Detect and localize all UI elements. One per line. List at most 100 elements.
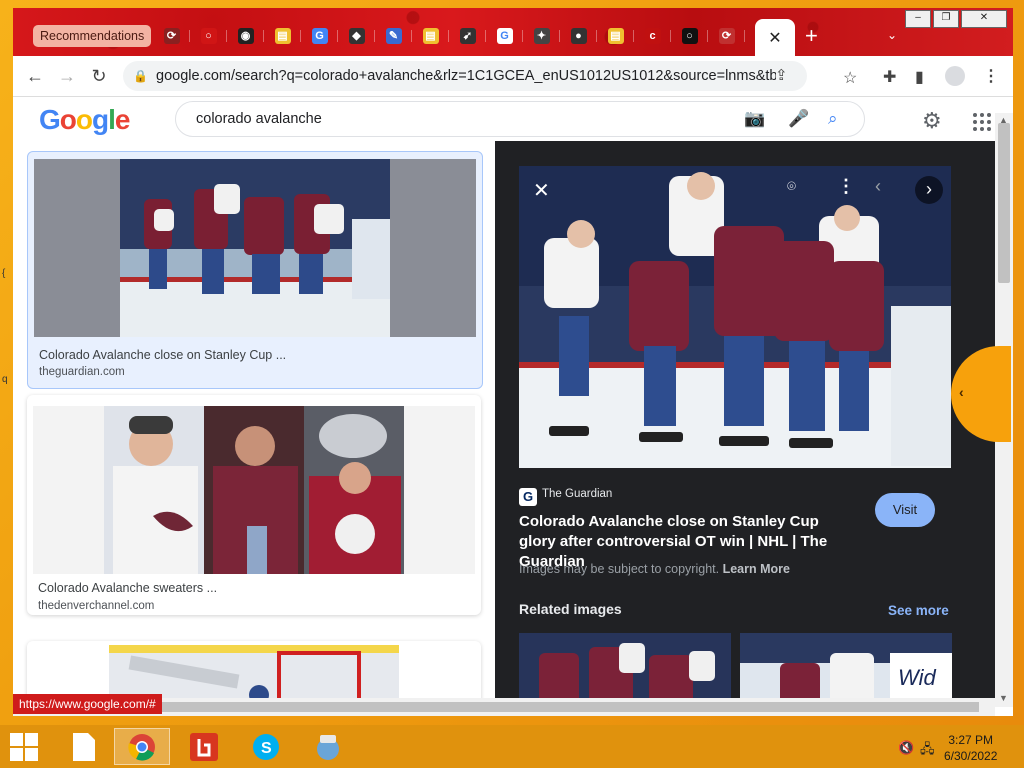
installer-taskbar-icon[interactable] xyxy=(300,728,356,765)
browser-tab[interactable]: ▤ xyxy=(412,22,449,50)
rink-ad-text: Wid xyxy=(898,665,936,690)
search-box[interactable]: colorado avalanche 📷 🎤 ⌕ xyxy=(175,101,865,137)
camera-search-icon[interactable]: 📷 xyxy=(744,102,765,136)
google-logo[interactable]: Google xyxy=(39,104,131,136)
tab-favicon-icon: ▤ xyxy=(274,28,291,44)
preview-image[interactable]: ✕ ⌾ ⋮ ‹ › xyxy=(519,166,951,468)
desktop-mark: q xyxy=(2,374,8,385)
hockey-celebration-image xyxy=(120,159,390,337)
scrollbar-thumb[interactable] xyxy=(998,123,1010,283)
result-domain[interactable]: thedenverchannel.com xyxy=(38,600,154,612)
extensions-icon[interactable]: ✚ xyxy=(883,67,896,87)
minimize-button[interactable]: – xyxy=(905,10,931,28)
lens-search-icon[interactable]: ⌾ xyxy=(787,178,796,195)
share-icon[interactable]: ⇪ xyxy=(775,61,788,91)
image-result-card[interactable]: Colorado Avalanche close on Stanley Cup … xyxy=(27,151,483,389)
guardian-logo-icon: G xyxy=(519,488,537,506)
browser-tab[interactable]: ⟳ xyxy=(708,22,745,50)
see-more-link[interactable]: See more xyxy=(888,603,949,618)
volume-muted-icon[interactable]: 🔇 xyxy=(898,740,914,756)
tab-strip: Recommendations ⟳ ○ ◉ ▤ G ◆ ✎ ▤ ➹ G ✦ ● ▤ c ○ ⟳ ✕ + ⌄ –… xyxy=(13,8,1013,56)
close-preview-icon[interactable]: ✕ xyxy=(533,178,550,203)
browser-tab[interactable]: ▤ xyxy=(264,22,301,50)
browser-tab[interactable]: ✎ xyxy=(375,22,412,50)
next-image-icon[interactable]: › xyxy=(915,176,943,204)
logo-letter: g xyxy=(92,104,109,135)
active-tab[interactable]: ✕ xyxy=(755,19,795,56)
browser-tab[interactable]: ○ xyxy=(671,22,708,50)
close-window-button[interactable]: ✕ xyxy=(961,10,1007,28)
browser-tab[interactable]: ● xyxy=(560,22,597,50)
browser-menu-icon[interactable]: ⋮ xyxy=(983,66,999,86)
forward-icon[interactable]: → xyxy=(55,64,79,88)
more-options-icon[interactable]: ⋮ xyxy=(837,176,855,197)
search-query[interactable]: colorado avalanche xyxy=(196,102,322,136)
tab-favicon-icon: ● xyxy=(570,28,587,44)
start-button[interactable] xyxy=(10,733,38,761)
related-celebration-image xyxy=(519,633,731,707)
browser-tab[interactable]: c xyxy=(634,22,671,50)
maximize-button[interactable]: ❐ xyxy=(933,10,959,28)
tab-favicon-icon: G xyxy=(496,28,513,44)
visit-button[interactable]: Visit xyxy=(875,493,935,527)
logo-letter: G xyxy=(39,104,61,135)
google-apps-icon[interactable] xyxy=(973,113,993,133)
logo-letter: o xyxy=(59,104,77,135)
hockey-celebration-large-image xyxy=(519,166,951,468)
result-caption[interactable]: Colorado Avalanche sweaters ... xyxy=(38,581,217,595)
learn-more-link[interactable]: Learn More xyxy=(723,562,790,576)
voice-search-icon[interactable]: 🎤 xyxy=(788,102,809,136)
reload-icon[interactable]: ↻ xyxy=(87,64,111,88)
tab-favicon-icon: G xyxy=(311,28,328,44)
file-explorer-taskbar-icon[interactable] xyxy=(56,728,112,765)
browser-tab[interactable]: ◆ xyxy=(338,22,375,50)
related-image-thumbnail[interactable] xyxy=(519,633,731,707)
source-name[interactable]: The Guardian xyxy=(542,488,612,500)
recommendations-tab-group[interactable]: Recommendations xyxy=(33,25,152,47)
scrollbar-thumb[interactable] xyxy=(31,702,979,712)
bookmark-star-icon[interactable]: ☆ xyxy=(843,68,857,88)
tab-favicon-icon: ○ xyxy=(200,28,217,44)
browser-tab[interactable]: ◉ xyxy=(227,22,264,50)
chrome-taskbar-icon[interactable] xyxy=(114,728,170,765)
tab-favicon-icon: ▤ xyxy=(422,28,439,44)
browser-tab[interactable]: ▤ xyxy=(597,22,634,50)
clock-time: 3:27 PM xyxy=(948,733,994,747)
browser-tab[interactable]: ⟳ xyxy=(153,22,190,50)
skype-taskbar-icon[interactable]: S xyxy=(238,728,294,765)
image-result-card[interactable]: Colorado Avalanche sweaters ... thedenve… xyxy=(27,395,481,615)
browser-window: Recommendations ⟳ ○ ◉ ▤ G ◆ ✎ ▤ ➹ G ✦ ● ▤ c ○ ⟳ ✕ + ⌄ –… xyxy=(13,8,1013,716)
browser-tab[interactable]: G xyxy=(301,22,338,50)
browser-tab[interactable]: ○ xyxy=(190,22,227,50)
logo-letter: l xyxy=(108,104,116,135)
url-text[interactable]: google.com/search?q=colorado+avalanche&r… xyxy=(156,61,776,91)
address-bar[interactable]: 🔒 google.com/search?q=colorado+avalanche… xyxy=(123,61,807,91)
result-caption[interactable]: Colorado Avalanche close on Stanley Cup … xyxy=(39,348,286,362)
logo-letter: e xyxy=(114,104,131,135)
result-domain[interactable]: theguardian.com xyxy=(39,366,125,378)
tab-search-icon[interactable]: ⌄ xyxy=(887,28,897,42)
result-thumbnail[interactable] xyxy=(34,159,476,337)
close-tab-icon[interactable]: ✕ xyxy=(768,28,781,48)
related-image-thumbnail[interactable]: Wid xyxy=(740,633,952,707)
browser-toolbar: ← → ↻ 🔒 google.com/search?q=colorado+ava… xyxy=(13,56,1013,97)
network-icon[interactable]: 🖧 xyxy=(920,740,935,762)
search-icon[interactable]: ⌕ xyxy=(828,102,838,136)
browser-tab[interactable]: ✦ xyxy=(523,22,560,50)
new-tab-button[interactable]: + xyxy=(805,25,818,47)
browser-tab[interactable]: ➹ xyxy=(449,22,486,50)
back-icon[interactable]: ← xyxy=(23,64,47,88)
tab-favicon-icon: ✦ xyxy=(533,28,550,44)
scroll-down-arrow-icon[interactable]: ▼ xyxy=(999,693,1008,703)
settings-gear-icon[interactable]: ⚙ xyxy=(922,109,942,133)
previous-image-icon[interactable]: ‹ xyxy=(875,176,881,197)
side-panel-icon[interactable]: ▮ xyxy=(915,67,924,87)
system-clock[interactable]: 3:27 PM 6/30/2022 xyxy=(944,732,997,764)
app-taskbar-icon[interactable] xyxy=(176,728,232,765)
result-thumbnail[interactable] xyxy=(33,406,475,574)
taskbar: S 🔇 🖧 3:27 PM 6/30/2022 xyxy=(0,725,1024,768)
window-controls: – ❐ ✕ xyxy=(903,10,1007,28)
profile-avatar[interactable] xyxy=(945,66,965,86)
browser-tab[interactable]: G xyxy=(486,22,523,50)
tab-favicon-icon: ⟳ xyxy=(718,28,735,44)
